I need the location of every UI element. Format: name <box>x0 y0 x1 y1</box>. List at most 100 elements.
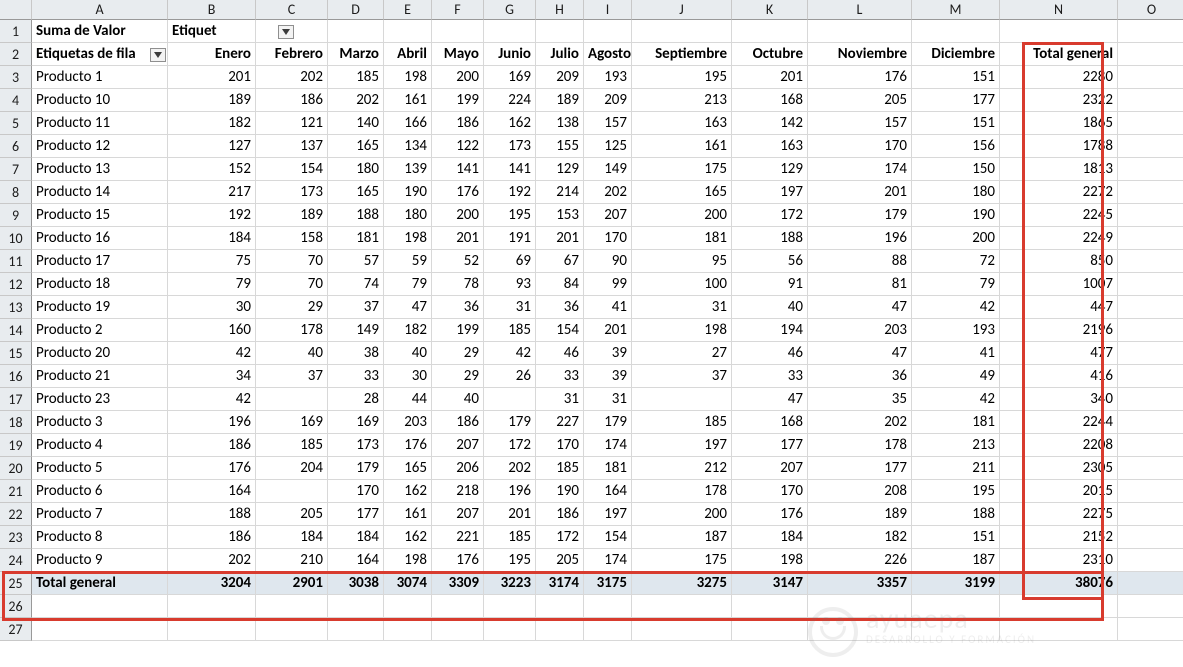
data-cell[interactable]: 141 <box>484 158 536 181</box>
data-cell[interactable]: 181 <box>584 457 632 480</box>
column-field-dropdown-icon[interactable] <box>278 25 294 39</box>
data-cell[interactable]: 207 <box>732 457 808 480</box>
data-cell[interactable]: 201 <box>168 66 256 89</box>
data-cell[interactable]: 180 <box>328 158 384 181</box>
column-header-K[interactable]: K <box>732 0 808 20</box>
data-cell[interactable]: 184 <box>732 526 808 549</box>
grand-total-label[interactable]: Total general <box>32 572 168 595</box>
row-header-14[interactable]: 14 <box>0 319 32 342</box>
data-cell[interactable]: 153 <box>536 204 584 227</box>
column-header-I[interactable]: I <box>584 0 632 20</box>
data-cell[interactable]: 161 <box>384 89 432 112</box>
cell[interactable] <box>1118 89 1183 112</box>
data-cell[interactable]: 177 <box>732 434 808 457</box>
row-header-1[interactable]: 1 <box>0 20 32 43</box>
data-cell[interactable]: 46 <box>732 342 808 365</box>
cell[interactable] <box>484 595 536 618</box>
data-cell[interactable]: 31 <box>632 296 732 319</box>
row-label[interactable]: Producto 15 <box>32 204 168 227</box>
cell[interactable] <box>1118 618 1183 641</box>
cell[interactable] <box>732 595 808 618</box>
data-cell[interactable]: 42 <box>484 342 536 365</box>
data-cell[interactable]: 162 <box>384 480 432 503</box>
data-cell[interactable]: 224 <box>484 89 536 112</box>
data-cell[interactable]: 166 <box>384 112 432 135</box>
data-cell[interactable]: 213 <box>912 434 1000 457</box>
data-cell[interactable]: 170 <box>732 480 808 503</box>
cell[interactable] <box>1118 480 1183 503</box>
cell[interactable] <box>1000 595 1118 618</box>
row-label[interactable]: Producto 21 <box>32 365 168 388</box>
row-header-10[interactable]: 10 <box>0 227 32 250</box>
data-cell[interactable]: 164 <box>328 549 384 572</box>
data-cell[interactable]: 42 <box>912 296 1000 319</box>
row-total[interactable]: 850 <box>1000 250 1118 273</box>
data-cell[interactable]: 90 <box>584 250 632 273</box>
grand-total-cell[interactable]: 3038 <box>328 572 384 595</box>
data-cell[interactable]: 176 <box>384 434 432 457</box>
row-label[interactable]: Producto 13 <box>32 158 168 181</box>
row-label[interactable]: Producto 16 <box>32 227 168 250</box>
cell[interactable] <box>168 595 256 618</box>
data-cell[interactable]: 188 <box>168 503 256 526</box>
row-label[interactable]: Producto 20 <box>32 342 168 365</box>
cell[interactable] <box>1118 572 1183 595</box>
month-header[interactable]: Mayo <box>432 43 484 66</box>
data-cell[interactable]: 170 <box>328 480 384 503</box>
data-cell[interactable]: 186 <box>168 434 256 457</box>
data-cell[interactable]: 203 <box>384 411 432 434</box>
data-cell[interactable]: 175 <box>632 549 732 572</box>
data-cell[interactable]: 186 <box>536 503 584 526</box>
data-cell[interactable]: 33 <box>328 365 384 388</box>
grand-total-total[interactable]: 38076 <box>1000 572 1118 595</box>
cell[interactable] <box>808 618 912 641</box>
grand-total-header[interactable]: Total general <box>1000 43 1118 66</box>
data-cell[interactable]: 199 <box>432 319 484 342</box>
data-cell[interactable]: 181 <box>632 227 732 250</box>
cell[interactable] <box>384 595 432 618</box>
cell[interactable] <box>912 20 1000 43</box>
data-cell[interactable]: 46 <box>536 342 584 365</box>
row-label[interactable]: Producto 8 <box>32 526 168 549</box>
cell[interactable] <box>1118 66 1183 89</box>
data-cell[interactable]: 197 <box>732 181 808 204</box>
row-total[interactable]: 1788 <box>1000 135 1118 158</box>
data-cell[interactable]: 150 <box>912 158 1000 181</box>
column-header-F[interactable]: F <box>432 0 484 20</box>
data-cell[interactable]: 42 <box>912 388 1000 411</box>
row-total[interactable]: 2322 <box>1000 89 1118 112</box>
column-header-L[interactable]: L <box>808 0 912 20</box>
data-cell[interactable]: 151 <box>912 66 1000 89</box>
data-cell[interactable]: 69 <box>484 250 536 273</box>
data-cell[interactable]: 141 <box>432 158 484 181</box>
data-cell[interactable]: 151 <box>912 526 1000 549</box>
data-cell[interactable]: 154 <box>584 526 632 549</box>
row-total[interactable]: 447 <box>1000 296 1118 319</box>
data-cell[interactable]: 201 <box>808 181 912 204</box>
data-cell[interactable]: 188 <box>732 227 808 250</box>
data-cell[interactable]: 31 <box>584 388 632 411</box>
cell[interactable] <box>1118 319 1183 342</box>
data-cell[interactable]: 70 <box>256 250 328 273</box>
data-cell[interactable]: 38 <box>328 342 384 365</box>
data-cell[interactable]: 186 <box>256 89 328 112</box>
data-cell[interactable]: 163 <box>632 112 732 135</box>
data-cell[interactable]: 195 <box>632 66 732 89</box>
data-cell[interactable]: 37 <box>632 365 732 388</box>
data-cell[interactable]: 154 <box>256 158 328 181</box>
data-cell[interactable]: 173 <box>484 135 536 158</box>
row-header-13[interactable]: 13 <box>0 296 32 319</box>
row-label[interactable]: Producto 19 <box>32 296 168 319</box>
data-cell[interactable]: 169 <box>328 411 384 434</box>
cell[interactable] <box>632 20 732 43</box>
grand-total-cell[interactable]: 2901 <box>256 572 328 595</box>
data-cell[interactable]: 172 <box>536 526 584 549</box>
data-cell[interactable]: 201 <box>536 227 584 250</box>
data-cell[interactable]: 205 <box>256 503 328 526</box>
row-header-15[interactable]: 15 <box>0 342 32 365</box>
row-header-12[interactable]: 12 <box>0 273 32 296</box>
data-cell[interactable]: 161 <box>384 503 432 526</box>
data-cell[interactable]: 164 <box>584 480 632 503</box>
cell[interactable] <box>808 20 912 43</box>
data-cell[interactable]: 99 <box>584 273 632 296</box>
